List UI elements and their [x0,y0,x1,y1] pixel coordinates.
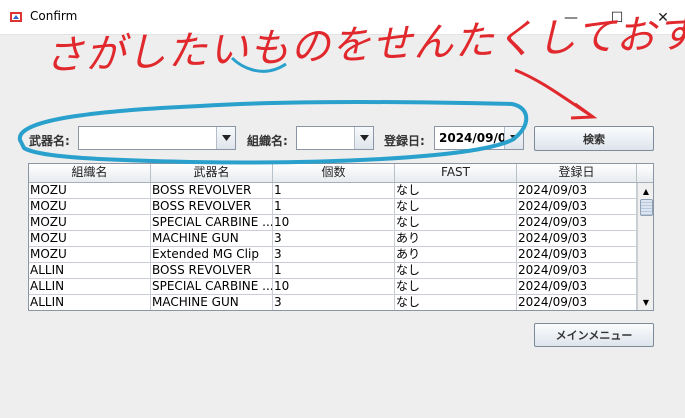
cell-fast: なし [395,199,517,214]
cell-date: 2024/09/03 [517,247,637,262]
cell-fast: なし [395,183,517,198]
cell-fast: なし [395,279,517,294]
weapon-name-combobox[interactable] [78,126,236,150]
scrollbar-thumb[interactable] [640,199,653,216]
column-header-fast[interactable]: FAST [395,164,517,182]
cell-org: MOZU [29,231,151,246]
main-menu-button[interactable]: メインメニュー [534,323,654,347]
cell-org: MOZU [29,215,151,230]
cell-date: 2024/09/03 [517,183,637,198]
results-table: 組織名 武器名 個数 FAST 登録日 MOZU BOSS REVOLVER 1… [28,163,654,311]
cell-org: ALLIN [29,295,151,310]
table-body: MOZU BOSS REVOLVER 1 なし 2024/09/03 MOZU … [29,183,637,310]
table-row[interactable]: ALLIN SPECIAL CARBINE ... 10 なし 2024/09/… [29,279,637,295]
vertical-scrollbar[interactable]: ▲ ▼ [637,183,653,310]
table-row[interactable]: ALLIN MACHINE GUN 3 なし 2024/09/03 [29,295,637,310]
cell-fast: あり [395,231,517,246]
chevron-down-icon[interactable] [216,127,235,149]
annotation-arrow-shaft [514,68,591,117]
cell-quantity: 10 [273,279,395,294]
table-row[interactable]: ALLIN BOSS REVOLVER 1 なし 2024/09/03 [29,263,637,279]
cell-date: 2024/09/03 [517,199,637,214]
cell-quantity: 1 [273,183,395,198]
cell-date: 2024/09/03 [517,263,637,278]
cell-org: ALLIN [29,279,151,294]
cell-date: 2024/09/03 [517,231,637,246]
registration-date-label: 登録日: [384,134,425,148]
scroll-down-arrow-icon[interactable]: ▼ [638,295,653,309]
cell-weapon: MACHINE GUN [151,231,273,246]
cell-date: 2024/09/03 [517,279,637,294]
cell-weapon: Extended MG Clip [151,247,273,262]
cell-quantity: 1 [273,199,395,214]
cell-org: MOZU [29,199,151,214]
cell-quantity: 3 [273,295,395,310]
table-row[interactable]: MOZU MACHINE GUN 3 あり 2024/09/03 [29,231,637,247]
cell-org: MOZU [29,183,151,198]
cell-quantity: 3 [273,231,395,246]
cell-date: 2024/09/03 [517,295,637,310]
cell-weapon: MACHINE GUN [151,295,273,310]
cell-quantity: 3 [273,247,395,262]
search-button[interactable]: 検索 [534,126,654,151]
table-row[interactable]: MOZU BOSS REVOLVER 1 なし 2024/09/03 [29,199,637,215]
chevron-down-icon[interactable] [354,127,373,149]
cell-weapon: BOSS REVOLVER [151,199,273,214]
table-row[interactable]: MOZU SPECIAL CARBINE ... 10 なし 2024/09/0… [29,215,637,231]
table-row[interactable]: MOZU BOSS REVOLVER 1 なし 2024/09/03 [29,183,637,199]
column-header-quantity[interactable]: 個数 [273,164,395,182]
java-app-icon [10,12,22,22]
window-title: Confirm [30,9,78,23]
table-header-corner [637,164,653,183]
cell-quantity: 1 [273,263,395,278]
column-header-org[interactable]: 組織名 [29,164,151,182]
cell-fast: あり [395,247,517,262]
cell-fast: なし [395,215,517,230]
cell-date: 2024/09/03 [517,215,637,230]
cell-weapon: BOSS REVOLVER [151,263,273,278]
cell-weapon: BOSS REVOLVER [151,183,273,198]
cell-fast: なし [395,295,517,310]
table-header: 組織名 武器名 個数 FAST 登録日 [29,164,637,183]
org-name-combobox[interactable] [296,126,374,150]
cell-weapon: SPECIAL CARBINE ... [152,215,273,230]
cell-weapon: SPECIAL CARBINE ... [152,279,273,294]
table-row[interactable]: MOZU Extended MG Clip 3 あり 2024/09/03 [29,247,637,263]
cell-org: MOZU [29,247,151,262]
scroll-up-arrow-icon[interactable]: ▲ [638,184,653,198]
chevron-down-icon[interactable] [504,127,523,149]
column-header-date[interactable]: 登録日 [517,164,637,182]
cell-org: ALLIN [29,263,151,278]
registration-date-combobox[interactable]: 2024/09/03 [434,126,524,150]
cell-quantity: 10 [273,215,395,230]
column-header-weapon[interactable]: 武器名 [151,164,273,182]
annotation-arrow-head [570,102,598,120]
org-name-label: 組織名: [247,134,288,148]
cell-fast: なし [395,263,517,278]
weapon-name-label: 武器名: [29,134,70,148]
